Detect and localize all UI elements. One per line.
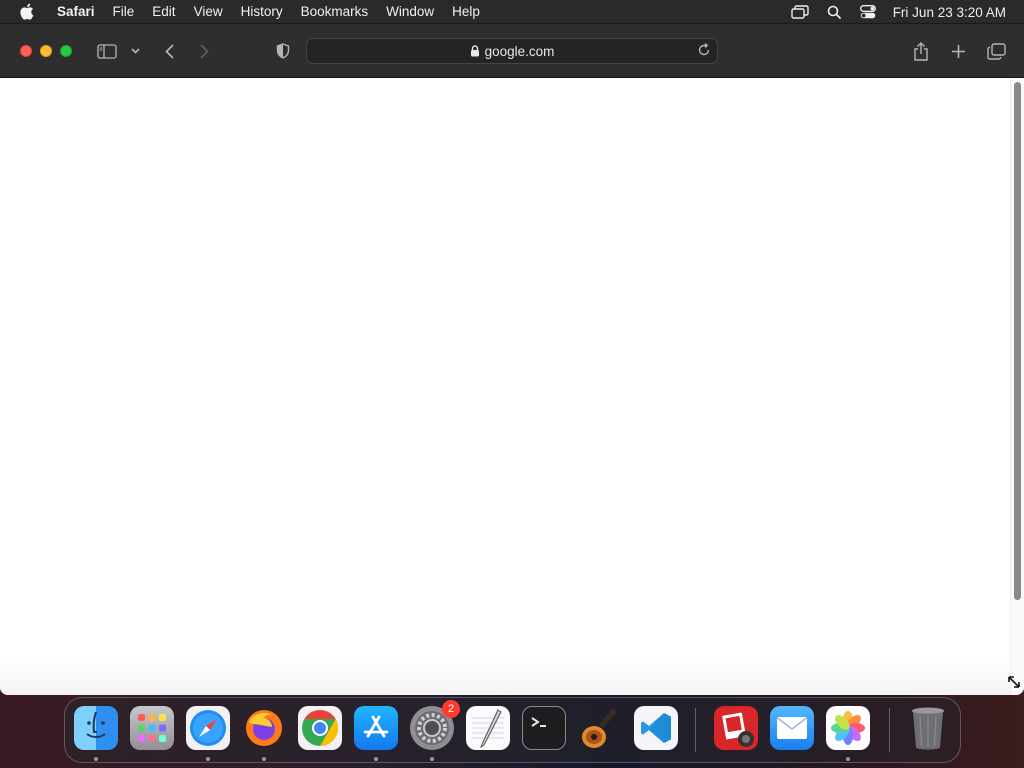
menu-help[interactable]: Help (452, 4, 480, 19)
control-center-icon[interactable] (857, 0, 879, 24)
dock-running-indicator (262, 757, 266, 761)
screen-mirroring-icon[interactable] (789, 0, 811, 24)
forward-button-chevron-right-icon[interactable] (196, 39, 212, 63)
dock-textedit-icon[interactable] (466, 706, 510, 750)
menu-edit[interactable]: Edit (152, 4, 175, 19)
apple-menu-icon[interactable] (19, 3, 37, 20)
menu-app-name[interactable]: Safari (57, 4, 95, 19)
back-button-chevron-left-icon[interactable] (161, 39, 177, 63)
tab-overview-icon[interactable] (985, 39, 1007, 63)
dock-safari-icon[interactable] (186, 706, 230, 750)
vertical-scrollbar[interactable] (1010, 78, 1024, 695)
share-icon[interactable] (911, 39, 931, 63)
notification-badge: 2 (442, 700, 460, 718)
menu-window[interactable]: Window (386, 4, 434, 19)
dock-vscode-icon[interactable] (634, 706, 678, 750)
dock-terminal-icon[interactable] (522, 706, 566, 750)
dock-chrome-icon[interactable] (298, 706, 342, 750)
dock-finder-icon[interactable] (74, 706, 118, 750)
window-zoom-button[interactable] (60, 45, 72, 57)
lock-icon (470, 45, 480, 57)
dock-running-indicator (430, 757, 434, 761)
dock-running-indicator (206, 757, 210, 761)
dock-trash-icon[interactable] (906, 706, 950, 750)
reload-icon[interactable] (697, 43, 711, 57)
dock-running-indicator (94, 757, 98, 761)
dock-running-indicator (374, 757, 378, 761)
dock-separator (889, 708, 890, 752)
dock-photos-icon[interactable] (826, 706, 870, 750)
dock-separator (695, 708, 696, 752)
window-minimize-button[interactable] (40, 45, 52, 57)
address-bar-url: google.com (484, 43, 555, 59)
dock: 2 (64, 697, 961, 763)
dock-firefox-icon[interactable] (242, 706, 286, 750)
menu-history[interactable]: History (241, 4, 283, 19)
resize-cursor-icon (1008, 675, 1020, 693)
menu-bar: Safari File Edit View History Bookmarks … (0, 0, 1024, 24)
window-close-button[interactable] (20, 45, 32, 57)
menu-file[interactable]: File (113, 4, 135, 19)
dock-photo-booth-icon[interactable] (714, 706, 758, 750)
safari-window: google.com (0, 24, 1024, 695)
dock-garageband-icon[interactable] (578, 706, 622, 750)
dock-mail-icon[interactable] (770, 706, 814, 750)
privacy-report-shield-icon[interactable] (273, 39, 293, 63)
page-bottom-shade (0, 655, 1010, 695)
new-tab-plus-icon[interactable] (948, 39, 968, 63)
scrollbar-thumb[interactable] (1014, 82, 1021, 600)
address-bar[interactable]: google.com (306, 38, 718, 64)
menu-view[interactable]: View (194, 4, 223, 19)
tab-group-chevron-down-icon[interactable] (129, 39, 141, 63)
web-page-content[interactable] (0, 78, 1024, 695)
spotlight-search-icon[interactable] (823, 0, 845, 24)
safari-toolbar: google.com (0, 24, 1024, 78)
dock-running-indicator (846, 757, 850, 761)
menu-bookmarks[interactable]: Bookmarks (301, 4, 369, 19)
menu-bar-clock[interactable]: Fri Jun 23 3:20 AM (893, 5, 1006, 20)
dock-launchpad-icon[interactable] (130, 706, 174, 750)
dock-app-store-icon[interactable] (354, 706, 398, 750)
sidebar-toggle-icon[interactable] (96, 39, 118, 63)
dock-system-settings-icon[interactable]: 2 (410, 700, 460, 750)
